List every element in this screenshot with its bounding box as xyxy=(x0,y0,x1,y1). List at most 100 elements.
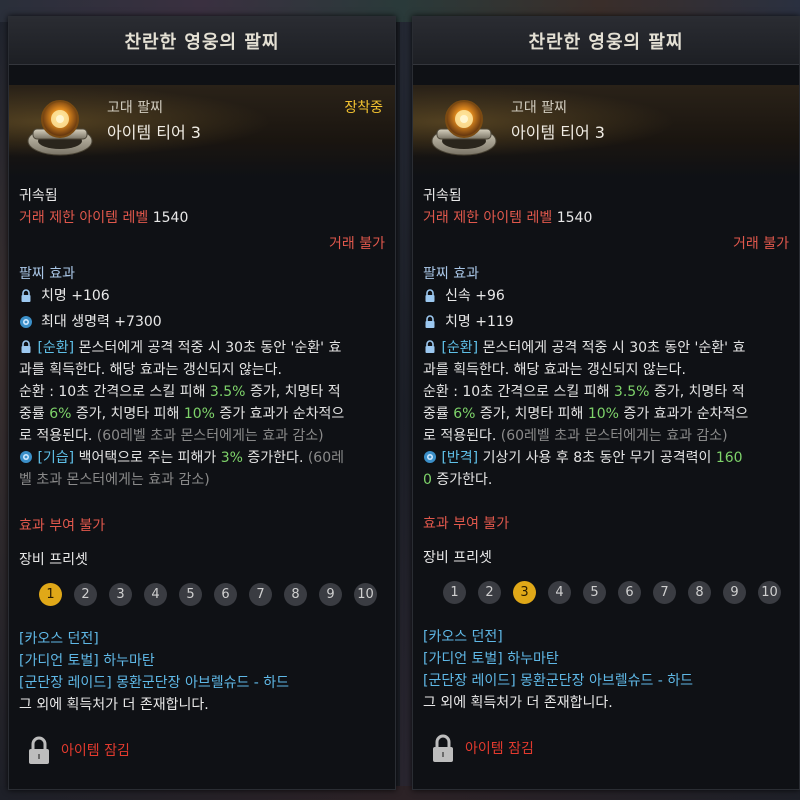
item-lock[interactable]: 아이템 잠김 xyxy=(27,736,385,766)
preset-button-3[interactable]: 3 xyxy=(513,581,536,604)
preset-button-10[interactable]: 10 xyxy=(758,581,781,604)
effect-value: 3% xyxy=(220,450,243,466)
effect-tag: [순환] xyxy=(37,340,75,356)
effect-text: 과를 획득한다. 해당 효과는 갱신되지 않는다. xyxy=(423,362,686,378)
source-list: [카오스 던전] [가디언 토벌] 하누마탄 [군단장 레이드] 몽환군단장 아… xyxy=(19,628,385,716)
trade-limit-label: 거래 제한 아이템 레벨 xyxy=(19,210,149,226)
preset-button-3[interactable]: 3 xyxy=(109,583,132,606)
effect-value: 10% xyxy=(183,406,215,422)
item-tier: 아이템 티어 3 xyxy=(511,123,605,142)
stat-row: 치명 +106 xyxy=(19,285,385,307)
effect-text: 순환 : 10초 간격으로 스킬 피해 xyxy=(19,384,210,400)
bound-status: 귀속됨 xyxy=(19,188,58,204)
item-tooltip-left: 찬란한 영웅의 팔찌 고대 팔찌 아이템 티어 3 장착중 귀속됨 거래 제한 … xyxy=(8,16,397,790)
stat-row: 신속 +96 xyxy=(423,285,789,307)
effect-note: (60레 xyxy=(307,450,345,466)
item-title: 찬란한 영웅의 팔찌 xyxy=(124,31,280,53)
preset-button-7[interactable]: 7 xyxy=(653,581,676,604)
effect-text: 중률 xyxy=(19,406,50,422)
preset-button-4[interactable]: 4 xyxy=(144,583,167,606)
effect-text: 몬스터에게 공격 적중 시 30초 동안 '순환' 효 xyxy=(478,340,746,356)
preset-button-9[interactable]: 9 xyxy=(723,581,746,604)
bound-status: 귀속됨 xyxy=(423,188,462,204)
item-grade: 고대 팔찌 xyxy=(107,100,163,116)
preset-button-2[interactable]: 2 xyxy=(478,581,501,604)
effect-text: 증가한다. xyxy=(431,472,493,488)
source-list: [카오스 던전] [가디언 토벌] 하누마탄 [군단장 레이드] 몽환군단장 아… xyxy=(423,626,789,714)
effect-value: 3.5% xyxy=(209,384,246,400)
effect-text: 순환 : 10초 간격으로 스킬 피해 xyxy=(423,384,614,400)
effect-text: 로 적용된다. xyxy=(19,428,97,444)
source-item: [가디언 토벌] 하누마탄 xyxy=(19,653,155,669)
preset-button-5[interactable]: 5 xyxy=(583,581,606,604)
no-effect-grant: 효과 부여 불가 xyxy=(423,516,510,532)
equipped-badge: 장착중 xyxy=(344,100,383,116)
no-effect-grant: 효과 부여 불가 xyxy=(19,518,106,534)
preset-selector: 1 2 3 4 5 6 7 8 9 10 xyxy=(443,581,789,604)
preset-button-5[interactable]: 5 xyxy=(179,583,202,606)
effect-text: 로 적용된다. xyxy=(423,428,501,444)
preset-button-1[interactable]: 1 xyxy=(39,583,62,606)
gear-icon xyxy=(424,451,436,463)
effect-value: 10% xyxy=(587,406,619,422)
preset-button-10[interactable]: 10 xyxy=(354,583,377,606)
preset-button-6[interactable]: 6 xyxy=(618,581,641,604)
stat-text: 치명 +106 xyxy=(41,288,110,304)
effect-value: 160 xyxy=(715,450,743,466)
effect-tag: [기습] xyxy=(37,450,75,466)
preset-button-7[interactable]: 7 xyxy=(249,583,272,606)
bracelet-icon[interactable] xyxy=(427,91,501,165)
effect-text: 과를 획득한다. 해당 효과는 갱신되지 않는다. xyxy=(19,362,282,378)
effect-note: (60레벨 초과 몬스터에게는 효과 감소) xyxy=(500,428,728,444)
item-summary: 고대 팔찌 아이템 티어 3 장착중 xyxy=(9,85,397,177)
effect-value: 3.5% xyxy=(613,384,650,400)
effect-text: 증가한다. xyxy=(242,450,308,466)
effect-description: [반격] 기상기 사용 후 8초 동안 무기 공격력이 160 0 증가한다. xyxy=(423,447,789,491)
source-item: [군단장 레이드] 몽환군단장 아브렐슈드 - 하드 xyxy=(423,673,694,689)
tooltip-body: 귀속됨 거래 제한 아이템 레벨 1540 거래 불가 팔찌 효과 치명 +10… xyxy=(9,185,395,766)
preset-button-1[interactable]: 1 xyxy=(443,581,466,604)
effect-value: 6% xyxy=(453,406,476,422)
preset-button-9[interactable]: 9 xyxy=(319,583,342,606)
item-title: 찬란한 영웅의 팔찌 xyxy=(528,31,684,53)
trade-limit-value: 1540 xyxy=(152,210,189,226)
effect-text: 중률 xyxy=(423,406,454,422)
stat-row: 치명 +119 xyxy=(423,311,789,333)
effect-header: 팔찌 효과 xyxy=(423,266,479,282)
tooltip-body: 귀속됨 거래 제한 아이템 레벨 1540 거래 불가 팔찌 효과 신속 +96… xyxy=(413,185,799,764)
effect-text: 증가 효과가 순차적으 xyxy=(214,406,345,422)
item-tooltip-right: 찬란한 영웅의 팔찌 고대 팔찌 아이템 티어 3 귀속됨 거래 제한 아이템 … xyxy=(412,16,800,790)
preset-button-8[interactable]: 8 xyxy=(688,581,711,604)
source-item: [카오스 던전] xyxy=(423,629,503,645)
lock-icon xyxy=(21,340,31,353)
effect-note: (60레벨 초과 몬스터에게는 효과 감소) xyxy=(96,428,324,444)
preset-button-2[interactable]: 2 xyxy=(74,583,97,606)
stat-text: 신속 +96 xyxy=(445,288,505,304)
effect-text: 몬스터에게 공격 적중 시 30초 동안 '순환' 효 xyxy=(74,340,342,356)
bracelet-icon[interactable] xyxy=(23,91,97,165)
gear-icon xyxy=(20,451,32,463)
gear-icon xyxy=(20,316,32,328)
trade-limit: 거래 제한 아이템 레벨 1540 xyxy=(423,207,789,229)
preset-button-6[interactable]: 6 xyxy=(214,583,237,606)
effect-text: 증가, 치명타 피해 xyxy=(475,406,588,422)
item-summary: 고대 팔찌 아이템 티어 3 xyxy=(413,85,800,177)
effect-text: 기상기 사용 후 8초 동안 무기 공격력이 xyxy=(478,450,716,466)
padlock-icon xyxy=(433,734,453,762)
effect-text: 증가, 치명타 피해 xyxy=(71,406,184,422)
effect-text: 증가, 치명타 적 xyxy=(649,384,745,400)
item-lock[interactable]: 아이템 잠김 xyxy=(431,734,789,764)
stat-text: 최대 생명력 +7300 xyxy=(41,314,162,330)
preset-button-4[interactable]: 4 xyxy=(548,581,571,604)
lock-icon xyxy=(425,289,435,302)
trade-unavailable: 거래 불가 xyxy=(733,236,789,252)
effect-description: [순환] 몬스터에게 공격 적중 시 30초 동안 '순환' 효 과를 획득한다… xyxy=(19,337,385,447)
source-item: [카오스 던전] xyxy=(19,631,99,647)
lock-icon xyxy=(425,315,435,328)
more-sources: 그 외에 획득처가 더 존재합니다. xyxy=(19,697,209,713)
preset-button-8[interactable]: 8 xyxy=(284,583,307,606)
effect-text: 백어택으로 주는 피해가 xyxy=(74,450,221,466)
effect-description: [순환] 몬스터에게 공격 적중 시 30초 동안 '순환' 효 과를 획득한다… xyxy=(423,337,789,447)
source-item: [가디언 토벌] 하누마탄 xyxy=(423,651,559,667)
lock-icon xyxy=(21,289,31,302)
